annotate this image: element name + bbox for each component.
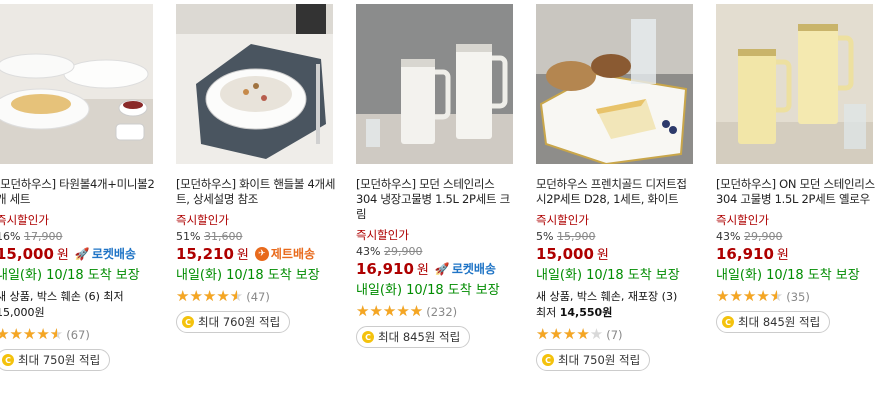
cashback-badge: C 최대 845원 적립 — [716, 311, 831, 333]
instant-discount-label: 즉시할인가 — [176, 213, 229, 227]
rocket-delivery-badge: 🚀 로켓배송 — [434, 261, 496, 277]
price-unit: 원 — [416, 263, 429, 278]
price-info: 43% 29,900 — [716, 230, 876, 243]
discount-rate: 5% — [536, 230, 554, 243]
delivery-date: 내일(화) 10/18 도착 보장 — [536, 268, 680, 283]
cashback-badge: C 최대 845원 적립 — [356, 326, 471, 348]
price-info: 51% 31,600 — [176, 230, 336, 243]
product-card-3[interactable]: [모던하우스] 모던 스테인리스 304 냉장고물병 1.5L 2P세트 크림 … — [356, 4, 516, 348]
product-title[interactable]: [모던하우스] 화이트 핸들볼 4개세트, 상세설명 참조 — [176, 177, 336, 207]
product-title[interactable]: [모던하우스] 모던 스테인리스 304 냉장고물병 1.5L 2P세트 크림 — [356, 177, 516, 222]
price-unit: 원 — [56, 248, 69, 263]
rocket-icon: 🚀 — [434, 261, 450, 276]
delivery-date: 내일(화) 10/18 도착 보장 — [716, 268, 860, 283]
instant-discount-label: 즉시할인가 — [0, 213, 49, 227]
original-price: 17,900 — [23, 230, 63, 243]
sale-price-row: 16,910 원 🚀 로켓배송 — [356, 259, 516, 279]
rating-row: ★★★★★★★★★★ (47) — [176, 289, 336, 304]
rocket-delivery-badge: 🚀 로켓배송 — [74, 246, 136, 262]
product-image-3[interactable] — [356, 4, 513, 164]
rating-row: ★★★★★ ★★★★★ (232) — [356, 304, 516, 319]
product-title[interactable]: [모던하우스] ON 모던 스테인리스 304 고물병 1.5L 2P세트 옐로… — [716, 177, 876, 207]
product-title[interactable]: 모던하우스 프렌치골드 디저트접시2P세트 D28, 1세트, 화이트 — [536, 177, 696, 207]
cashback-badge: C 최대 760원 적립 — [176, 311, 291, 333]
sale-price: 16,910 — [716, 244, 774, 263]
price-info: 16% 17,900 — [0, 230, 156, 243]
star-rating: ★★★★★★★★★★ — [536, 325, 604, 343]
review-count: (232) — [426, 304, 458, 319]
price-unit: 원 — [596, 248, 609, 263]
star-rating: ★★★★★★★★★★ — [0, 325, 64, 343]
price-unit: 원 — [776, 248, 789, 263]
product-image-1[interactable] — [0, 4, 153, 164]
discount-rate: 16% — [0, 230, 21, 243]
sale-price-row: 15,210 원 ✈ 제트배송 — [176, 244, 336, 264]
review-count: (67) — [66, 327, 90, 342]
original-price: 31,600 — [203, 230, 243, 243]
cashback-badge: C 최대 750원 적립 — [536, 349, 651, 371]
instant-discount-label: 즉시할인가 — [536, 213, 589, 227]
jet-delivery-badge: ✈ 제트배송 — [254, 245, 315, 262]
coin-icon: C — [722, 316, 734, 328]
product-image-2[interactable] — [176, 4, 333, 164]
delivery-date: 내일(화) 10/18 도착 보장 — [176, 268, 320, 283]
original-price: 15,900 — [556, 230, 596, 243]
product-image-5[interactable] — [716, 4, 873, 164]
review-count: (35) — [786, 289, 810, 304]
discount-rate: 43% — [356, 245, 381, 258]
sale-price: 15,000 — [0, 244, 54, 263]
coin-icon: C — [362, 331, 374, 343]
product-card-2[interactable]: [모던하우스] 화이트 핸들볼 4개세트, 상세설명 참조 즉시할인가 51% … — [176, 4, 336, 333]
jet-icon: ✈ — [254, 246, 269, 261]
sale-price: 15,210 — [176, 244, 234, 263]
discount-rate: 51% — [176, 230, 201, 243]
rating-row: ★★★★★★★★★★ (7) — [536, 327, 696, 342]
coin-icon: C — [182, 316, 194, 328]
review-count: (7) — [606, 327, 623, 342]
price-info: 43% 29,900 — [356, 245, 516, 258]
coin-icon: C — [2, 354, 14, 366]
product-title[interactable]: [모던하우스] 타원볼4개+미니볼2개 세트 — [0, 177, 156, 207]
star-rating: ★★★★★★★★★★ — [716, 287, 784, 305]
product-card-4[interactable]: 모던하우스 프렌치골드 디저트접시2P세트 D28, 1세트, 화이트 즉시할인… — [536, 4, 696, 371]
discount-rate: 43% — [716, 230, 741, 243]
original-price: 29,900 — [743, 230, 783, 243]
delivery-date: 내일(화) 10/18 도착 보장 — [0, 268, 140, 283]
price-info: 5% 15,900 — [536, 230, 696, 243]
sale-price: 16,910 — [356, 259, 414, 278]
sale-price: 15,000 — [536, 244, 594, 263]
sale-price-row: 16,910 원 — [716, 244, 876, 264]
delivery-date: 내일(화) 10/18 도착 보장 — [356, 283, 500, 298]
used-item-info[interactable]: 새 상품, 박스 훼손, 재포장 (3) 최저 14,550원 — [536, 289, 696, 321]
star-rating: ★★★★★★★★★★ — [176, 287, 244, 305]
instant-discount-label: 즉시할인가 — [356, 228, 409, 242]
sale-price-row: 15,000 원 — [536, 244, 696, 264]
product-image-4[interactable] — [536, 4, 693, 164]
rating-row: ★★★★★★★★★★ (67) — [0, 327, 156, 342]
instant-discount-label: 즉시할인가 — [716, 213, 769, 227]
star-rating: ★★★★★★★★★★ — [356, 302, 424, 320]
used-item-info[interactable]: 새 상품, 박스 훼손 (6) 최저 15,000원 — [0, 289, 156, 321]
sale-price-row: 15,000 원 🚀 로켓배송 — [0, 244, 156, 264]
coin-icon: C — [542, 354, 554, 366]
product-card-1[interactable]: [모던하우스] 타원볼4개+미니볼2개 세트 즉시할인가 16% 17,900 … — [0, 4, 156, 371]
rocket-icon: 🚀 — [74, 246, 90, 261]
review-count: (47) — [246, 289, 270, 304]
original-price: 29,900 — [383, 245, 423, 258]
product-card-5[interactable]: [모던하우스] ON 모던 스테인리스 304 고물병 1.5L 2P세트 옐로… — [716, 4, 876, 333]
cashback-badge: C 최대 750원 적립 — [0, 349, 111, 371]
price-unit: 원 — [236, 248, 249, 263]
rating-row: ★★★★★★★★★★ (35) — [716, 289, 876, 304]
